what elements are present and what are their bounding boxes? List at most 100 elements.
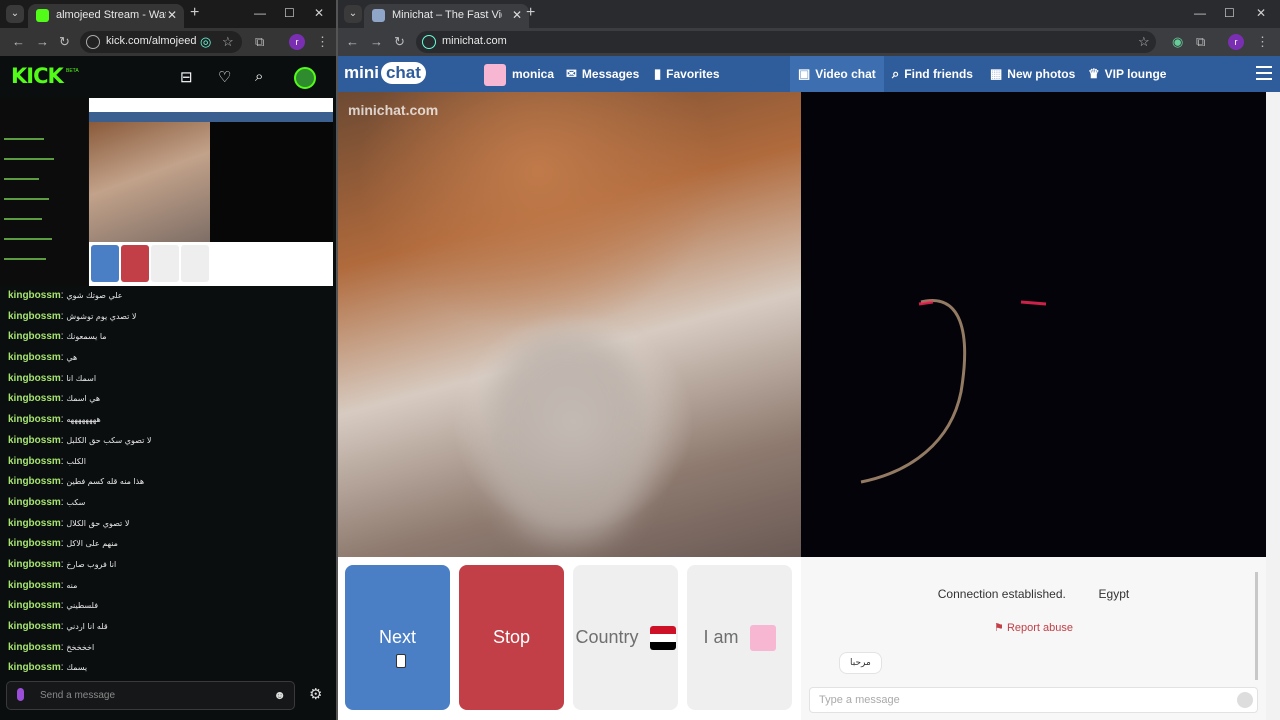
gender-button[interactable]: I am <box>687 565 792 710</box>
kick-logo[interactable]: KICK <box>11 64 64 88</box>
chat-row: kingbossm: لا تصوي حق الكلال <box>8 514 328 535</box>
heart-icon[interactable]: ♡ <box>218 68 231 86</box>
hamburger-menu-icon[interactable] <box>1256 66 1272 80</box>
message-input[interactable]: Type a message <box>809 687 1258 713</box>
minichat-logo[interactable]: mini chat <box>344 62 426 84</box>
lens-icon[interactable]: ◎ <box>200 34 211 50</box>
back-icon[interactable]: ← <box>12 34 25 50</box>
profile-avatar[interactable]: r <box>289 34 305 50</box>
chat-row: kingbossm: فلسطيني <box>8 596 328 617</box>
close-icon[interactable]: ✕ <box>167 4 177 26</box>
chat-scroll-thumb[interactable] <box>1255 572 1258 680</box>
menu-kebab-icon[interactable]: ⋮ <box>1256 34 1269 50</box>
gear-icon[interactable]: ⚙ <box>309 685 322 703</box>
chat-username[interactable]: kingbossm <box>8 600 61 611</box>
chat-username[interactable]: kingbossm <box>8 414 61 425</box>
chat-username[interactable]: kingbossm <box>8 352 61 363</box>
forward-icon[interactable]: → <box>370 34 383 50</box>
chat-row: kingbossm: ههههههههه <box>8 410 328 431</box>
back-icon[interactable]: ← <box>346 34 359 50</box>
new-tab-icon[interactable]: + <box>190 5 199 21</box>
chat-text: ههههههههه <box>66 415 101 425</box>
chat-row: kingbossm: انا فروب صارخ <box>8 555 328 576</box>
chat-username[interactable]: kingbossm <box>8 393 61 404</box>
chat-message-list: kingbossm: علي صوتك شوي kingbossm: لا تصد… <box>8 286 328 679</box>
nav-profile[interactable]: monica <box>484 56 554 92</box>
chat-row: kingbossm: يسمك <box>8 658 328 679</box>
nav-new-photos[interactable]: ▦ New photos <box>990 56 1075 92</box>
chat-row: kingbossm: ما يسمعونك <box>8 327 328 348</box>
tab-minichat[interactable]: Minichat – The Fast Video C ✕ <box>364 4 529 28</box>
minimize-icon[interactable]: — <box>254 6 266 20</box>
new-tab-icon[interactable]: + <box>526 5 535 21</box>
chat-username[interactable]: kingbossm <box>8 518 61 529</box>
search-icon[interactable]: ⌕ <box>255 68 263 85</box>
smiley-icon[interactable] <box>1237 692 1253 708</box>
chat-username[interactable]: kingbossm <box>8 331 61 342</box>
chat-username[interactable]: kingbossm <box>8 497 61 508</box>
reload-icon[interactable]: ↻ <box>394 34 405 50</box>
site-info-icon[interactable] <box>422 35 436 49</box>
chat-username[interactable]: kingbossm <box>8 621 61 632</box>
close-icon[interactable]: ✕ <box>512 4 522 26</box>
chat-text: انا فروب صارخ <box>66 559 117 569</box>
reload-icon[interactable]: ↻ <box>59 34 70 50</box>
close-window-icon[interactable]: ✕ <box>1256 6 1266 20</box>
nav-vip-lounge[interactable]: ♛ VIP lounge <box>1088 56 1166 92</box>
nav-video-chat[interactable]: ▣ Video chat <box>790 56 884 92</box>
chat-username[interactable]: kingbossm <box>8 373 61 384</box>
bookmark-star-icon[interactable]: ☆ <box>222 34 234 50</box>
country-button[interactable]: Country <box>573 565 678 710</box>
chat-username[interactable]: kingbossm <box>8 435 61 446</box>
stop-button[interactable]: Stop <box>459 565 564 710</box>
extensions-icon[interactable]: ⧉ <box>255 34 264 50</box>
address-bar[interactable]: kick.com/almojeed <box>80 31 242 53</box>
report-abuse-link[interactable]: ⚑ Report abuse <box>801 621 1266 634</box>
nav-find-friends[interactable]: ⌕ Find friends <box>892 56 973 92</box>
chat-username[interactable]: kingbossm <box>8 311 61 322</box>
tab-kick[interactable]: almojeed Stream - Watch Live o ✕ <box>28 4 184 28</box>
nav-messages[interactable]: ✉ Messages <box>566 56 639 92</box>
browser-toolbar: ← → ↻ kick.com/almojeed ◎ ☆ ⧉ r ⋮ <box>0 28 336 56</box>
bookmark-star-icon[interactable]: ☆ <box>1138 34 1150 50</box>
nav-favorites[interactable]: ▮ Favorites <box>654 56 720 92</box>
minimize-icon[interactable]: — <box>1194 6 1206 20</box>
chat-username[interactable]: kingbossm <box>8 580 61 591</box>
emoji-icon[interactable]: ☻ <box>273 688 286 702</box>
extensions-icon[interactable]: ⧉ <box>1196 34 1205 50</box>
forward-icon[interactable]: → <box>36 34 49 50</box>
extension-badge-icon[interactable]: ◉ <box>1172 34 1183 50</box>
profile-avatar[interactable]: r <box>1228 34 1244 50</box>
close-window-icon[interactable]: ✕ <box>314 6 324 20</box>
chat-username[interactable]: kingbossm <box>8 476 61 487</box>
maximize-icon[interactable]: ☐ <box>1224 6 1235 20</box>
tab-search-icon[interactable]: ⌄ <box>6 5 24 23</box>
send-message-input[interactable]: Send a message ☻ <box>6 681 295 710</box>
chat-text: هي اسمك <box>66 394 101 404</box>
maximize-icon[interactable]: ☐ <box>284 6 295 20</box>
stream-video[interactable] <box>0 98 333 286</box>
menu-kebab-icon[interactable]: ⋮ <box>316 34 329 50</box>
chat-username[interactable]: kingbossm <box>8 456 61 467</box>
remote-video <box>801 92 1266 557</box>
next-button[interactable]: Next <box>345 565 450 710</box>
chat-text: منه <box>66 580 78 590</box>
tab-search-icon[interactable]: ⌄ <box>344 5 362 23</box>
address-bar[interactable]: minichat.com <box>416 31 1156 53</box>
site-info-icon[interactable] <box>86 35 100 49</box>
chat-username[interactable]: kingbossm <box>8 559 61 570</box>
chat-username[interactable]: kingbossm <box>8 538 61 549</box>
mic-icon[interactable] <box>17 688 24 701</box>
chat-username[interactable]: kingbossm <box>8 642 61 653</box>
chat-text: سكب <box>66 497 86 507</box>
chat-row: kingbossm: اخخخخخ <box>8 638 328 659</box>
chat-username[interactable]: kingbossm <box>8 662 61 673</box>
chat-text: لا تصدي يوم توشوش <box>66 311 137 321</box>
user-avatar[interactable] <box>294 67 316 89</box>
chat-username[interactable]: kingbossm <box>8 290 61 301</box>
scrollbar[interactable] <box>1266 92 1280 720</box>
chat-row: kingbossm: لا تصدي يوم توشوش <box>8 307 328 328</box>
chat-text: هي <box>66 353 78 363</box>
chat-text: الكلب <box>66 456 86 466</box>
browse-icon[interactable]: ⊟ <box>180 68 193 86</box>
